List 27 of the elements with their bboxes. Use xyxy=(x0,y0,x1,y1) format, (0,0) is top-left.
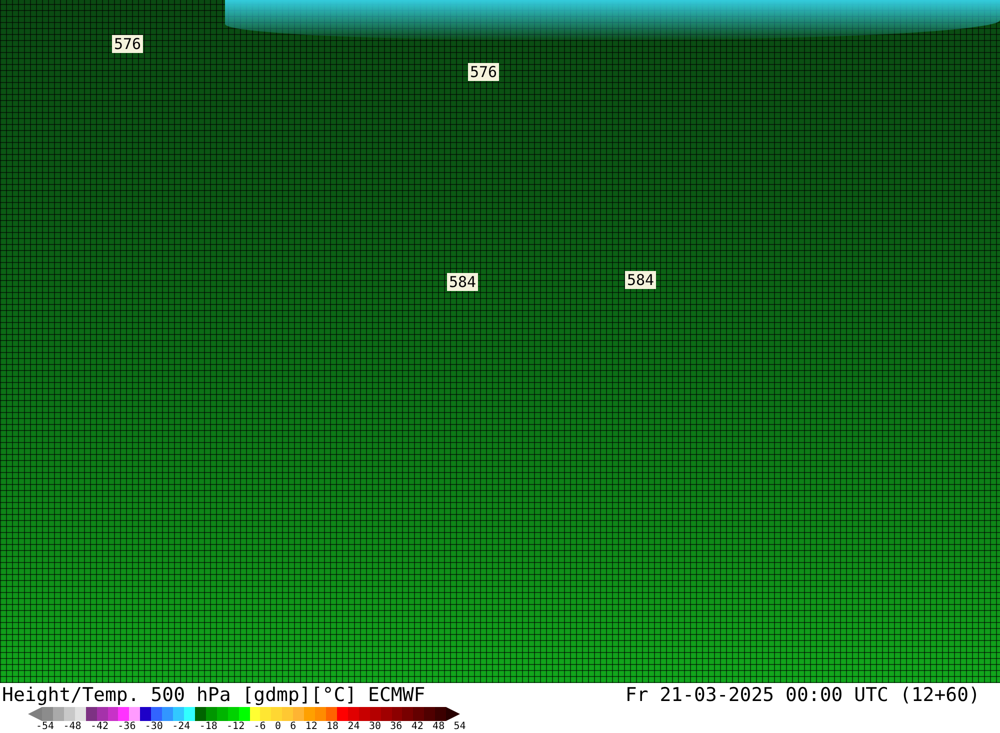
legend-tick: 24 xyxy=(348,721,360,733)
left-arrow-icon xyxy=(28,707,42,721)
contour-label: 576 xyxy=(468,63,500,81)
contour-label: 576 xyxy=(112,35,144,53)
legend-tick: -6 xyxy=(254,721,266,733)
legend-tick: -18 xyxy=(199,721,218,733)
legend-tick: 54 xyxy=(454,721,466,733)
legend-tick: -24 xyxy=(172,721,190,733)
legend-tick: 42 xyxy=(411,721,424,733)
legend-tick: 48 xyxy=(432,721,445,733)
legend-tick: -54 xyxy=(36,721,54,733)
legend-tick: -30 xyxy=(144,721,163,733)
right-arrow-icon xyxy=(446,707,460,721)
legend-tick: -12 xyxy=(226,721,245,733)
legend-tick: 30 xyxy=(368,721,381,733)
legend-tick: 6 xyxy=(290,721,296,733)
valid-time: Fr 21-03-2025 00:00 UTC (12+60) xyxy=(625,684,980,706)
contour-label: 584 xyxy=(447,273,478,291)
legend-tick: 12 xyxy=(305,721,318,733)
legend-tick: -36 xyxy=(118,721,136,733)
legend-tick: -42 xyxy=(90,721,108,733)
legend-tick: 18 xyxy=(326,721,339,733)
legend-tick: 36 xyxy=(390,721,402,733)
legend-tick: -48 xyxy=(63,721,82,733)
map-title: Height/Temp. 500 hPa [gdmp][°C] ECMWF xyxy=(2,684,426,706)
legend-tick: 0 xyxy=(274,721,281,733)
contour-label: 584 xyxy=(625,271,656,289)
